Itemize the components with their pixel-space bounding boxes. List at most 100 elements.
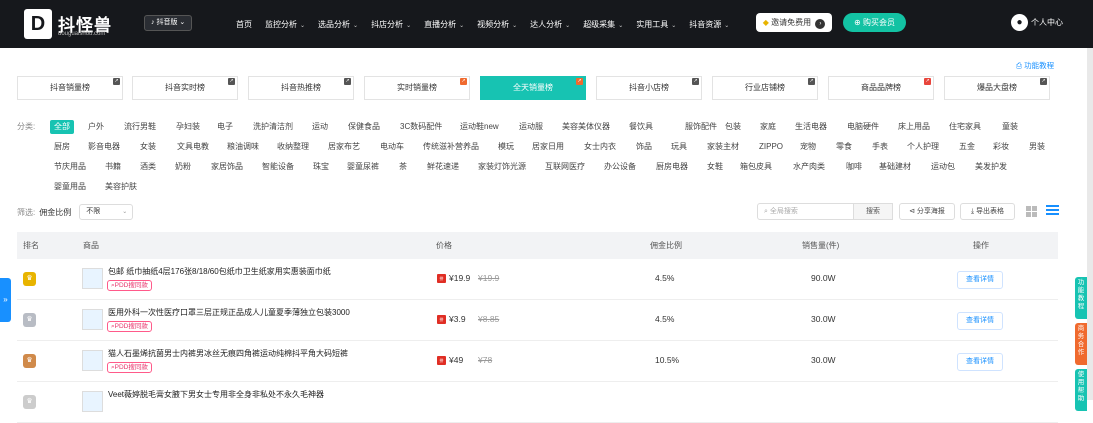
- category-item[interactable]: 厨房: [54, 140, 70, 154]
- commission-select[interactable]: 不限 ⌄: [79, 204, 134, 220]
- category-item[interactable]: 饰品: [636, 140, 652, 154]
- nav-item[interactable]: 实用工具 ⌄: [636, 19, 676, 30]
- share-poster-button[interactable]: ⊲ 分享海报: [899, 203, 955, 220]
- category-item[interactable]: 居家布艺: [328, 140, 360, 154]
- category-item[interactable]: 3C数码配件: [400, 120, 442, 134]
- category-item[interactable]: 住宅家具: [949, 120, 981, 134]
- nav-item[interactable]: 监控分析 ⌄: [265, 19, 305, 30]
- expand-sidebar-button[interactable]: »: [0, 278, 11, 322]
- column-header[interactable]: 价格: [436, 232, 452, 259]
- category-item[interactable]: 女士内衣: [584, 140, 616, 154]
- category-item[interactable]: 美容护肤: [105, 180, 137, 194]
- category-item[interactable]: 电动车: [380, 140, 404, 154]
- category-item[interactable]: 奶粉: [175, 160, 191, 174]
- scrollbar[interactable]: [1087, 48, 1093, 400]
- help-link[interactable]: ⎙ 功能教程: [1016, 60, 1054, 71]
- category-item[interactable]: 运动鞋new: [460, 120, 499, 134]
- product-title[interactable]: 医用外科一次性医疗口罩三层正规正品成人儿童夏季薄独立包装3000: [108, 307, 350, 318]
- version-switch[interactable]: ♪ 抖音版 ⌄: [144, 15, 193, 31]
- category-item[interactable]: 个人护理: [907, 140, 939, 154]
- nav-item[interactable]: 首页: [236, 19, 252, 30]
- nav-item[interactable]: 达人分析 ⌄: [530, 19, 570, 30]
- category-item[interactable]: 彩妆: [993, 140, 1009, 154]
- category-item[interactable]: 美发护发: [975, 160, 1007, 174]
- logo[interactable]: D 抖怪兽 douguaishou.com: [24, 9, 116, 39]
- view-detail-button[interactable]: 查看详情: [957, 353, 1003, 371]
- category-item[interactable]: 手表: [872, 140, 888, 154]
- grid-view-icon[interactable]: [1026, 206, 1037, 217]
- search-input[interactable]: ⌕ 全局搜索: [757, 203, 854, 220]
- category-item[interactable]: 床上用品: [898, 120, 930, 134]
- tab-ranking[interactable]: 实时销量榜 ↗: [364, 76, 470, 100]
- category-item[interactable]: 电脑硬件: [847, 120, 879, 134]
- category-item[interactable]: 节庆用品: [54, 160, 86, 174]
- nav-item[interactable]: 超级采集 ⌄: [583, 19, 623, 30]
- tab-ranking[interactable]: 抖音小店榜 ↗: [596, 76, 702, 100]
- category-item[interactable]: 箱包皮具: [740, 160, 772, 174]
- category-item[interactable]: 男装: [1029, 140, 1045, 154]
- category-item[interactable]: 家装灯饰光源: [478, 160, 526, 174]
- category-item[interactable]: 宠物: [800, 140, 816, 154]
- tab-ranking[interactable]: 全天销量榜 ↗: [480, 76, 586, 100]
- view-detail-button[interactable]: 查看详情: [957, 312, 1003, 330]
- category-item[interactable]: 孕妇装: [176, 120, 200, 134]
- category-item[interactable]: 居家日用: [532, 140, 564, 154]
- pdd-search-tag[interactable]: ⌕PDD搜同款: [107, 321, 152, 332]
- category-item[interactable]: 户外: [88, 120, 104, 134]
- category-item[interactable]: 酒类: [140, 160, 156, 174]
- category-item[interactable]: ZIPPO: [759, 140, 783, 154]
- tab-ranking[interactable]: 抖音热推榜 ↗: [248, 76, 354, 100]
- category-item[interactable]: 文具电教: [177, 140, 209, 154]
- category-item[interactable]: 保健食品: [348, 120, 380, 134]
- category-item[interactable]: 咖啡: [846, 160, 862, 174]
- side-float-button[interactable]: 功能教程: [1075, 277, 1087, 319]
- category-item[interactable]: 包装: [725, 120, 741, 134]
- invite-button[interactable]: ◆ 邀请免费用 ›: [756, 13, 832, 32]
- category-item[interactable]: 收纳整理: [277, 140, 309, 154]
- category-item[interactable]: 服饰配件: [685, 120, 717, 134]
- export-button[interactable]: ⤓ 导出表格: [960, 203, 1015, 220]
- category-item[interactable]: 女鞋: [707, 160, 723, 174]
- category-item[interactable]: 基础建材: [879, 160, 911, 174]
- buy-vip-button[interactable]: ⊕ 购买会员: [843, 13, 906, 32]
- tab-ranking[interactable]: 抖音实时榜 ↗: [132, 76, 238, 100]
- product-title[interactable]: 包邮 纸巾抽纸4层176张8/18/60包纸巾卫生纸家用实惠装面巾纸: [108, 266, 331, 277]
- nav-item[interactable]: 直播分析 ⌄: [424, 19, 464, 30]
- column-header[interactable]: 佣金比例: [650, 232, 682, 259]
- side-float-button[interactable]: 商务合作: [1075, 323, 1087, 365]
- category-item[interactable]: 家装主材: [707, 140, 739, 154]
- category-item[interactable]: 家居饰品: [211, 160, 243, 174]
- category-item[interactable]: 鲜花速递: [427, 160, 459, 174]
- category-item[interactable]: 婴童用品: [54, 180, 86, 194]
- category-item[interactable]: 运动: [312, 120, 328, 134]
- pdd-search-tag[interactable]: ⌕PDD搜同款: [107, 280, 152, 291]
- product-thumbnail[interactable]: [82, 309, 103, 330]
- category-item[interactable]: 影音电器: [88, 140, 120, 154]
- category-item[interactable]: 运动服: [519, 120, 543, 134]
- product-title[interactable]: 猫人石墨烯抗菌男士内裤男冰丝无痕四角裤运动纯棉抖平角大码短裤: [108, 348, 348, 359]
- category-item[interactable]: 流行男鞋: [124, 120, 156, 134]
- category-item[interactable]: 厨房电器: [656, 160, 688, 174]
- category-item[interactable]: 餐饮具: [629, 120, 653, 134]
- category-item[interactable]: 互联网医疗: [545, 160, 585, 174]
- product-title[interactable]: Veet薇婷脱毛膏女腋下男女士专用非全身非私处不永久毛神器: [108, 389, 324, 400]
- category-item[interactable]: 书籍: [105, 160, 121, 174]
- category-item[interactable]: 智能设备: [262, 160, 294, 174]
- category-item[interactable]: 全部: [50, 120, 74, 134]
- category-item[interactable]: 零食: [836, 140, 852, 154]
- category-item[interactable]: 家庭: [760, 120, 776, 134]
- side-float-button[interactable]: 使用帮助: [1075, 369, 1087, 411]
- nav-item[interactable]: 抖店分析 ⌄: [371, 19, 411, 30]
- category-item[interactable]: 运动包: [931, 160, 955, 174]
- view-detail-button[interactable]: 查看详情: [957, 271, 1003, 289]
- product-thumbnail[interactable]: [82, 391, 103, 412]
- product-thumbnail[interactable]: [82, 350, 103, 371]
- product-thumbnail[interactable]: [82, 268, 103, 289]
- category-item[interactable]: 珠宝: [313, 160, 329, 174]
- category-item[interactable]: 童装: [1002, 120, 1018, 134]
- category-item[interactable]: 电子: [217, 120, 233, 134]
- nav-item[interactable]: 视频分析 ⌄: [477, 19, 517, 30]
- pdd-search-tag[interactable]: ⌕PDD搜同款: [107, 362, 152, 373]
- category-item[interactable]: 粮油调味: [227, 140, 259, 154]
- category-item[interactable]: 女装: [140, 140, 156, 154]
